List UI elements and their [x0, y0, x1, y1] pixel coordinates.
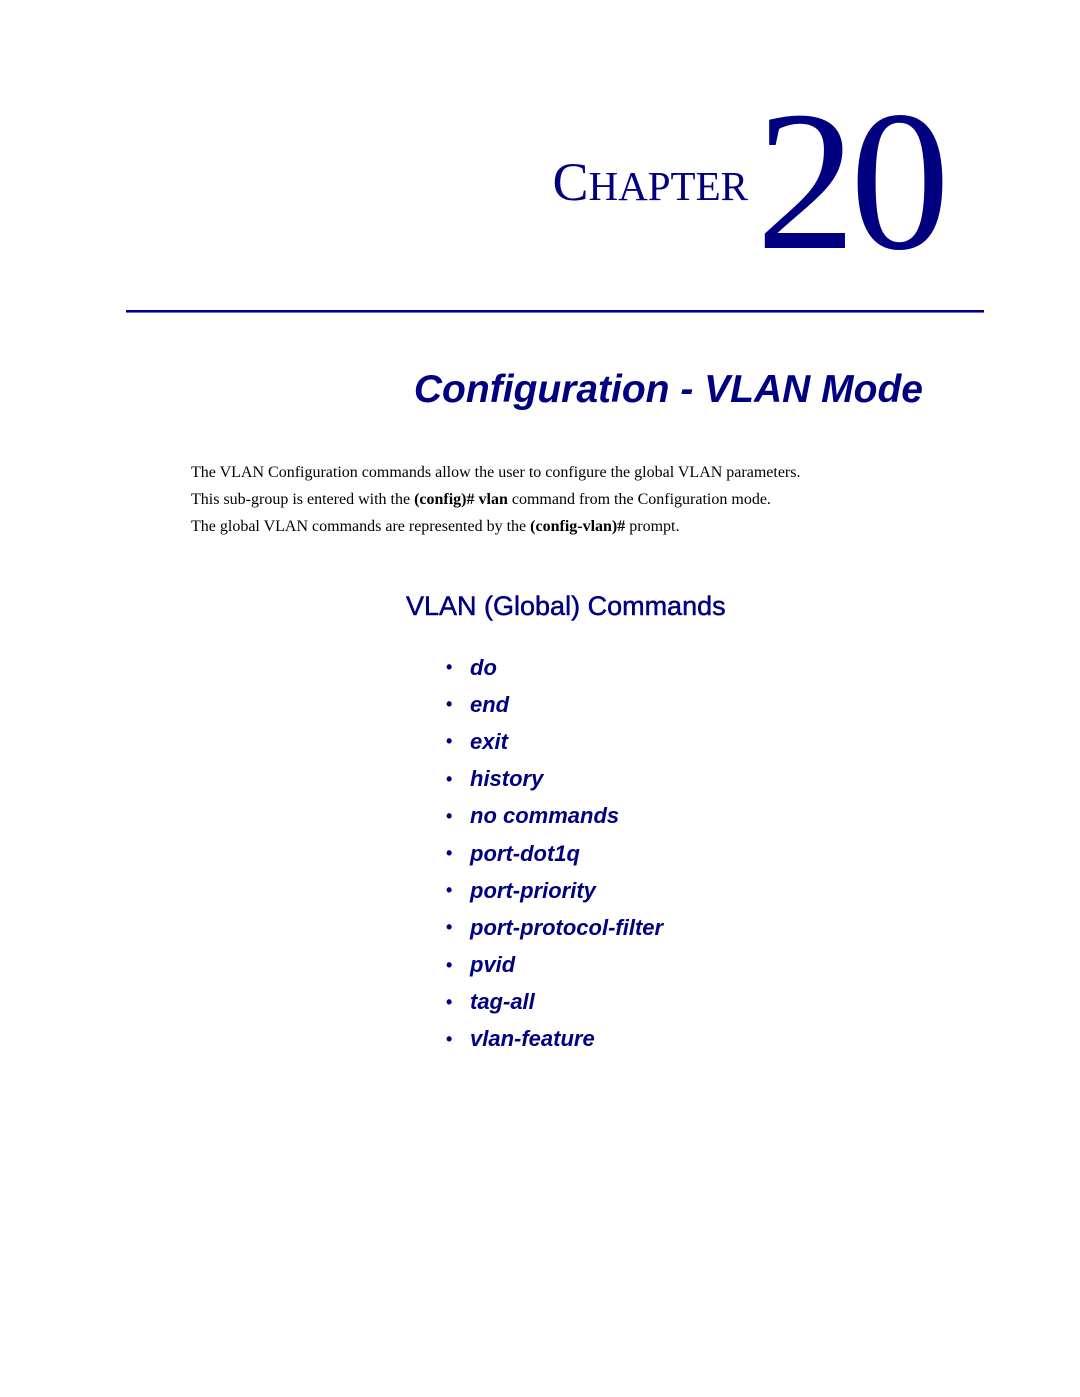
bullet-icon: • — [446, 843, 453, 864]
intro-line-3: The global VLAN commands are represented… — [191, 513, 800, 540]
page-title: Configuration - VLAN Mode — [413, 368, 923, 411]
command-item-tag-all[interactable]: • tag-all — [446, 984, 663, 1021]
command-link[interactable]: port-protocol-filter — [470, 915, 663, 941]
command-link[interactable]: port-priority — [470, 878, 596, 904]
bullet-icon: • — [446, 768, 453, 789]
command-list: • do • end • exit • history • no commands • po… — [446, 649, 663, 1058]
chapter-label: CHAPTER — [553, 155, 749, 209]
intro-line-2-text-end: command from the Configuration mode. — [507, 491, 771, 508]
config-vlan-prompt: (config-vlan)# — [530, 518, 626, 535]
bullet-icon: • — [446, 657, 453, 678]
command-item-pvid[interactable]: • pvid — [446, 947, 663, 984]
command-link[interactable]: no commands — [470, 803, 619, 829]
command-item-history[interactable]: • history — [446, 761, 663, 798]
command-item-port-dot1q[interactable]: • port-dot1q — [446, 835, 663, 872]
chapter-divider — [126, 310, 984, 312]
command-link[interactable]: port-dot1q — [470, 841, 580, 867]
command-item-vlan-feature[interactable]: • vlan-feature — [446, 1021, 663, 1058]
intro-line-2-text: This sub-group is entered with the — [191, 491, 415, 508]
command-link[interactable]: end — [470, 692, 509, 718]
command-item-no-commands[interactable]: • no commands — [446, 798, 663, 835]
chapter-number: 20 — [756, 71, 950, 292]
bullet-icon: • — [446, 805, 453, 826]
bullet-icon: • — [446, 991, 453, 1012]
command-item-end[interactable]: • end — [446, 686, 663, 723]
bullet-icon: • — [446, 880, 453, 901]
section-heading: VLAN (Global) Commands — [406, 591, 726, 622]
intro-line-3-text: The global VLAN commands are represented… — [191, 518, 531, 535]
command-item-do[interactable]: • do — [446, 649, 663, 686]
command-link[interactable]: history — [470, 766, 543, 792]
command-link[interactable]: pvid — [470, 952, 515, 978]
command-link[interactable]: tag-all — [470, 989, 535, 1015]
chapter-heading: CHAPTER 20 — [553, 71, 951, 292]
command-item-exit[interactable]: • exit — [446, 723, 663, 760]
intro-line-3-text-end: prompt. — [625, 518, 680, 535]
command-link[interactable]: do — [470, 655, 497, 681]
bullet-icon: • — [446, 1028, 453, 1049]
intro-line-1: The VLAN Configuration commands allow th… — [191, 464, 801, 481]
bullet-icon: • — [446, 954, 453, 975]
config-vlan-command: (config)# vlan — [414, 491, 508, 508]
chapter-label-initial: C — [552, 152, 589, 212]
intro-line-2: This sub-group is entered with the (conf… — [191, 486, 800, 513]
command-item-port-priority[interactable]: • port-priority — [446, 872, 663, 909]
command-link[interactable]: exit — [470, 729, 508, 755]
bullet-icon: • — [446, 917, 453, 938]
command-link[interactable]: vlan-feature — [470, 1026, 595, 1052]
command-item-port-protocol-filter[interactable]: • port-protocol-filter — [446, 909, 663, 946]
bullet-icon: • — [446, 694, 453, 715]
bullet-icon: • — [446, 731, 453, 752]
intro-paragraph: The VLAN Configuration commands allow th… — [191, 459, 800, 540]
chapter-label-rest: HAPTER — [588, 163, 748, 209]
